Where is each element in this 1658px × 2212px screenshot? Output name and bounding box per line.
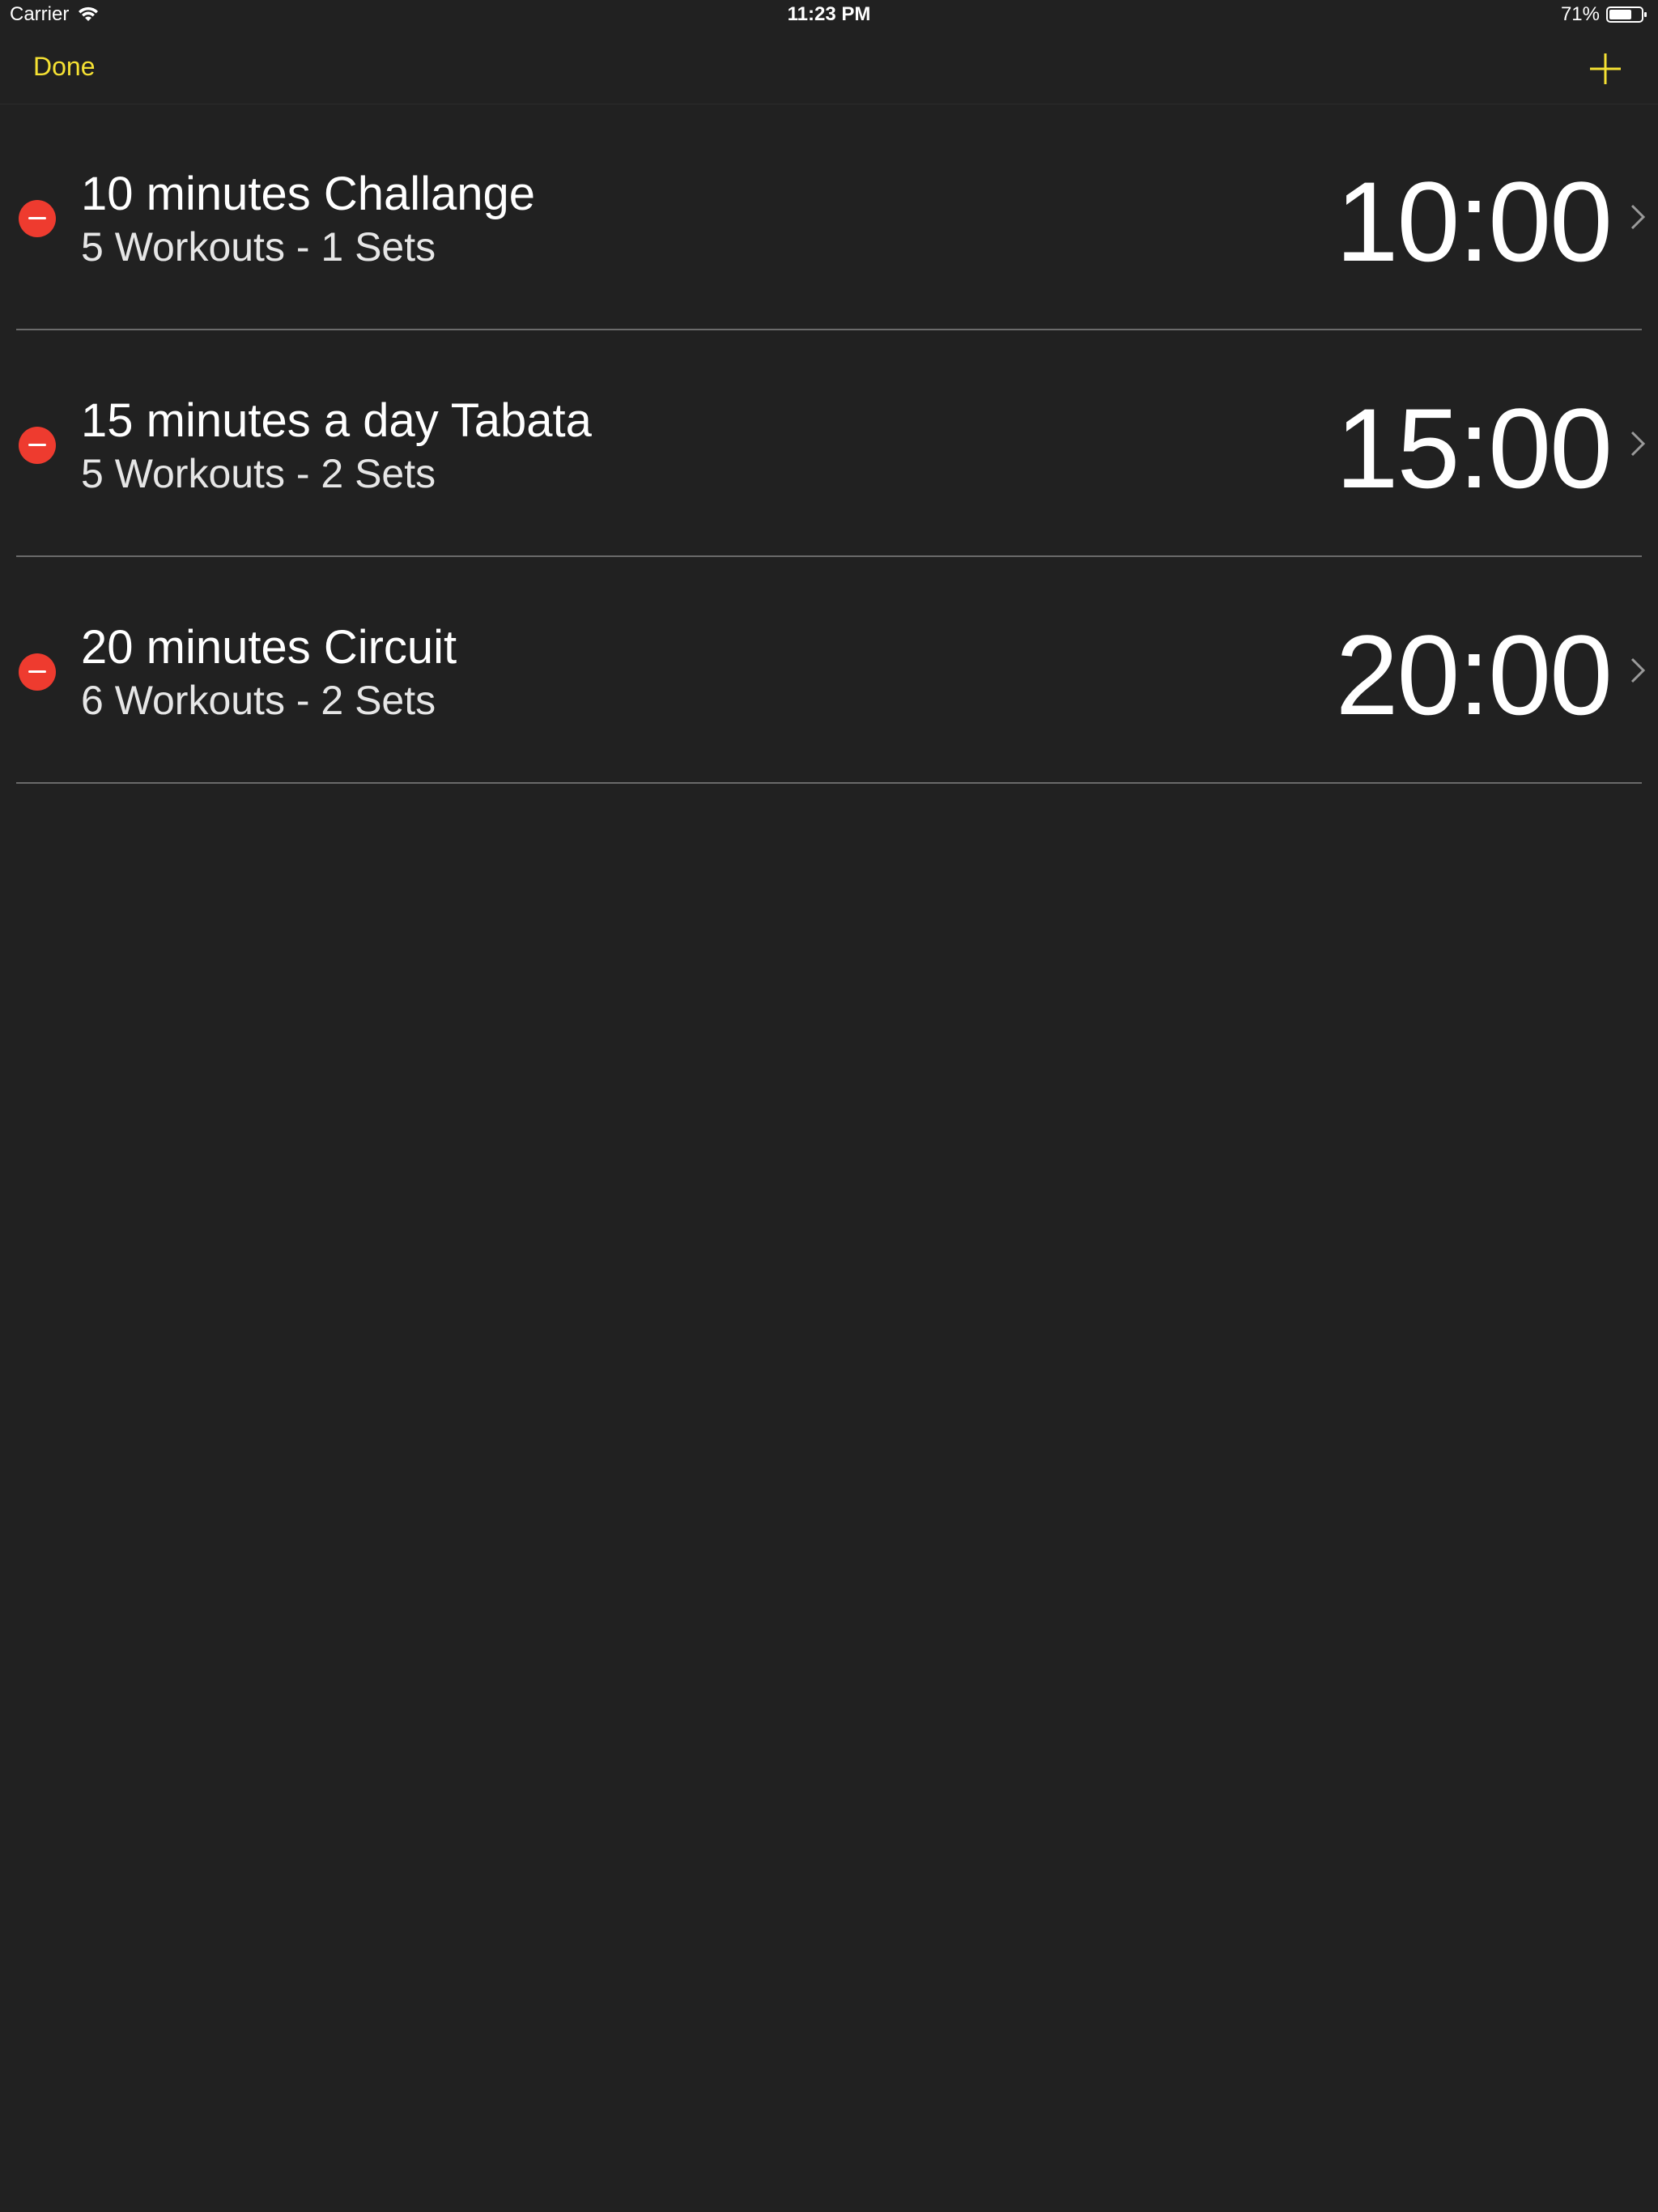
workout-duration: 20:00	[1335, 611, 1613, 738]
delete-icon[interactable]	[19, 653, 56, 691]
battery-percent: 71%	[1560, 3, 1600, 25]
workout-list-screen: Carrier 11:23 PM 71% Done 10 minutes Cha…	[0, 0, 1658, 2212]
workout-title: 20 minutes Circuit	[81, 621, 457, 674]
workout-list: 10 minutes Challange 5 Workouts - 1 Sets…	[0, 104, 1658, 784]
workout-row[interactable]: 20 minutes Circuit 6 Workouts - 2 Sets 2…	[0, 557, 1658, 784]
chevron-right-icon[interactable]	[1629, 429, 1647, 458]
status-battery-group: 71%	[1561, 3, 1648, 26]
status-time: 11:23 PM	[787, 3, 871, 25]
navigation-bar: Done	[0, 32, 1658, 104]
battery-icon	[1606, 6, 1647, 23]
workout-title: 15 minutes a day Tabata	[81, 394, 592, 447]
workout-subtitle: 5 Workouts - 2 Sets	[81, 451, 436, 496]
row-divider	[16, 782, 1642, 784]
status-bar: Carrier 11:23 PM 71%	[0, 0, 1658, 32]
workout-subtitle: 6 Workouts - 2 Sets	[81, 678, 436, 723]
workout-subtitle: 5 Workouts - 1 Sets	[81, 224, 436, 270]
plus-icon[interactable]	[1585, 49, 1626, 89]
workout-duration: 10:00	[1335, 158, 1613, 285]
workout-title: 10 minutes Challange	[81, 168, 536, 220]
chevron-right-icon[interactable]	[1629, 656, 1647, 685]
done-button[interactable]: Done	[33, 52, 96, 82]
workout-row[interactable]: 10 minutes Challange 5 Workouts - 1 Sets…	[0, 104, 1658, 330]
workout-row[interactable]: 15 minutes a day Tabata 5 Workouts - 2 S…	[0, 330, 1658, 557]
delete-icon[interactable]	[19, 427, 56, 464]
workout-duration: 15:00	[1335, 385, 1613, 512]
delete-icon[interactable]	[19, 200, 56, 237]
chevron-right-icon[interactable]	[1629, 202, 1647, 232]
